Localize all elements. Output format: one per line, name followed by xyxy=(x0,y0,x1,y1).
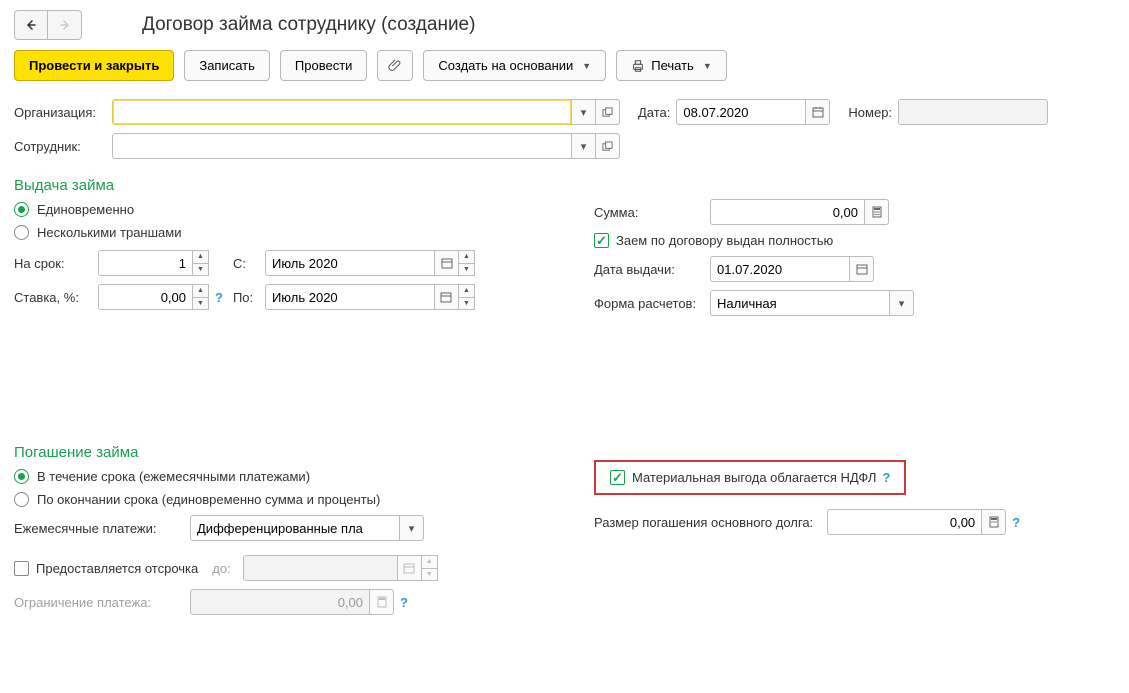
chevron-down-icon: ▾ xyxy=(581,140,587,153)
chevron-down-icon: ▼ xyxy=(703,61,712,71)
employee-input[interactable] xyxy=(112,133,572,159)
radio-icon xyxy=(14,469,29,484)
fully-issued-checkbox[interactable]: ✓ Заем по договору выдан полностью xyxy=(594,233,914,248)
to-stepper[interactable]: ▲▼ xyxy=(459,284,475,310)
employee-open-button[interactable] xyxy=(596,133,620,159)
org-dropdown-button[interactable]: ▾ xyxy=(572,99,596,125)
calendar-icon xyxy=(439,290,453,304)
settlement-input[interactable] xyxy=(710,290,890,316)
post-button[interactable]: Провести xyxy=(280,50,368,81)
deferral-calendar-button xyxy=(398,555,422,581)
term-label: На срок: xyxy=(14,256,92,271)
radio-icon xyxy=(14,225,29,240)
paperclip-icon xyxy=(388,59,402,73)
number-label: Номер: xyxy=(848,105,892,120)
radio-at-end[interactable]: По окончании срока (единовременно сумма … xyxy=(14,492,534,507)
calendar-icon xyxy=(811,105,825,119)
chevron-down-icon: ▾ xyxy=(899,297,905,310)
calendar-icon xyxy=(855,262,869,276)
issue-date-calendar-button[interactable] xyxy=(850,256,874,282)
radio-icon xyxy=(14,202,29,217)
deferral-input xyxy=(243,555,398,581)
radio-icon xyxy=(14,492,29,507)
sum-input[interactable] xyxy=(710,199,865,225)
issuance-title: Выдача займа xyxy=(14,177,534,194)
employee-label: Сотрудник: xyxy=(14,139,106,154)
principal-label: Размер погашения основного долга: xyxy=(594,515,813,530)
deferral-to-label: до: xyxy=(212,561,230,576)
open-external-icon xyxy=(601,105,615,119)
org-label: Организация: xyxy=(14,105,106,120)
sum-calculator-button[interactable] xyxy=(865,199,889,225)
radio-once[interactable]: Единовременно xyxy=(14,202,534,217)
calculator-icon xyxy=(375,595,389,609)
from-calendar-button[interactable] xyxy=(435,250,459,276)
term-stepper[interactable]: ▲▼ xyxy=(193,250,209,276)
create-based-on-button[interactable]: Создать на основании ▼ xyxy=(423,50,606,81)
monthly-input[interactable] xyxy=(190,515,400,541)
chevron-down-icon: ▼ xyxy=(582,61,591,71)
limit-help-button[interactable]: ? xyxy=(400,595,408,610)
to-calendar-button[interactable] xyxy=(435,284,459,310)
issue-date-input[interactable] xyxy=(710,256,850,282)
page-title: Договор займа сотруднику (создание) xyxy=(142,14,475,36)
settlement-dropdown-button[interactable]: ▾ xyxy=(890,290,914,316)
chevron-down-icon: ▾ xyxy=(581,106,587,119)
attach-button[interactable] xyxy=(377,50,413,81)
radio-during[interactable]: В течение срока (ежемесячными платежами) xyxy=(14,469,534,484)
ndfl-help-button[interactable]: ? xyxy=(882,470,890,485)
date-label: Дата: xyxy=(638,105,670,120)
calculator-icon xyxy=(987,515,1001,529)
rate-label: Ставка, %: xyxy=(14,290,92,305)
to-label: По: xyxy=(233,290,259,305)
org-open-button[interactable] xyxy=(596,99,620,125)
limit-calculator-button xyxy=(370,589,394,615)
org-input[interactable] xyxy=(112,99,572,125)
calendar-icon xyxy=(402,561,416,575)
printer-icon xyxy=(631,59,645,73)
post-and-close-button[interactable]: Провести и закрыть xyxy=(14,50,174,81)
sum-label: Сумма: xyxy=(594,205,704,220)
repayment-title: Погашение займа xyxy=(14,444,534,461)
calculator-icon xyxy=(870,205,884,219)
open-external-icon xyxy=(601,139,615,153)
deferral-checkbox[interactable] xyxy=(14,561,29,576)
radio-tranches[interactable]: Несколькими траншами xyxy=(14,225,534,240)
rate-stepper[interactable]: ▲▼ xyxy=(193,284,209,310)
from-label: С: xyxy=(233,256,259,271)
principal-input[interactable] xyxy=(827,509,982,535)
term-input[interactable] xyxy=(98,250,193,276)
date-calendar-button[interactable] xyxy=(806,99,830,125)
rate-help-button[interactable]: ? xyxy=(215,290,223,305)
arrow-left-icon xyxy=(23,19,39,31)
checkbox-icon: ✓ xyxy=(594,233,609,248)
from-input[interactable] xyxy=(265,250,435,276)
from-stepper[interactable]: ▲▼ xyxy=(459,250,475,276)
chevron-down-icon: ▾ xyxy=(409,522,415,535)
issue-date-label: Дата выдачи: xyxy=(594,262,704,277)
ndfl-checkbox[interactable]: ✓ xyxy=(610,470,625,485)
limit-label: Ограничение платежа: xyxy=(14,595,184,610)
date-input[interactable] xyxy=(676,99,806,125)
monthly-dropdown-button[interactable]: ▾ xyxy=(400,515,424,541)
monthly-label: Ежемесячные платежи: xyxy=(14,521,184,536)
ndfl-highlight: ✓ Материальная выгода облагается НДФЛ ? xyxy=(594,460,906,495)
print-button[interactable]: Печать ▼ xyxy=(616,50,727,81)
deferral-stepper: ▲▼ xyxy=(422,555,438,581)
employee-dropdown-button[interactable]: ▾ xyxy=(572,133,596,159)
rate-input[interactable] xyxy=(98,284,193,310)
limit-input xyxy=(190,589,370,615)
principal-help-button[interactable]: ? xyxy=(1012,515,1020,530)
arrow-right-icon xyxy=(57,19,73,31)
to-input[interactable] xyxy=(265,284,435,310)
settlement-label: Форма расчетов: xyxy=(594,296,704,311)
calendar-icon xyxy=(440,256,454,270)
nav-back-button[interactable] xyxy=(14,10,48,40)
nav-forward-button[interactable] xyxy=(48,10,82,40)
principal-calculator-button[interactable] xyxy=(982,509,1006,535)
save-button[interactable]: Записать xyxy=(184,50,270,81)
number-input[interactable] xyxy=(898,99,1048,125)
